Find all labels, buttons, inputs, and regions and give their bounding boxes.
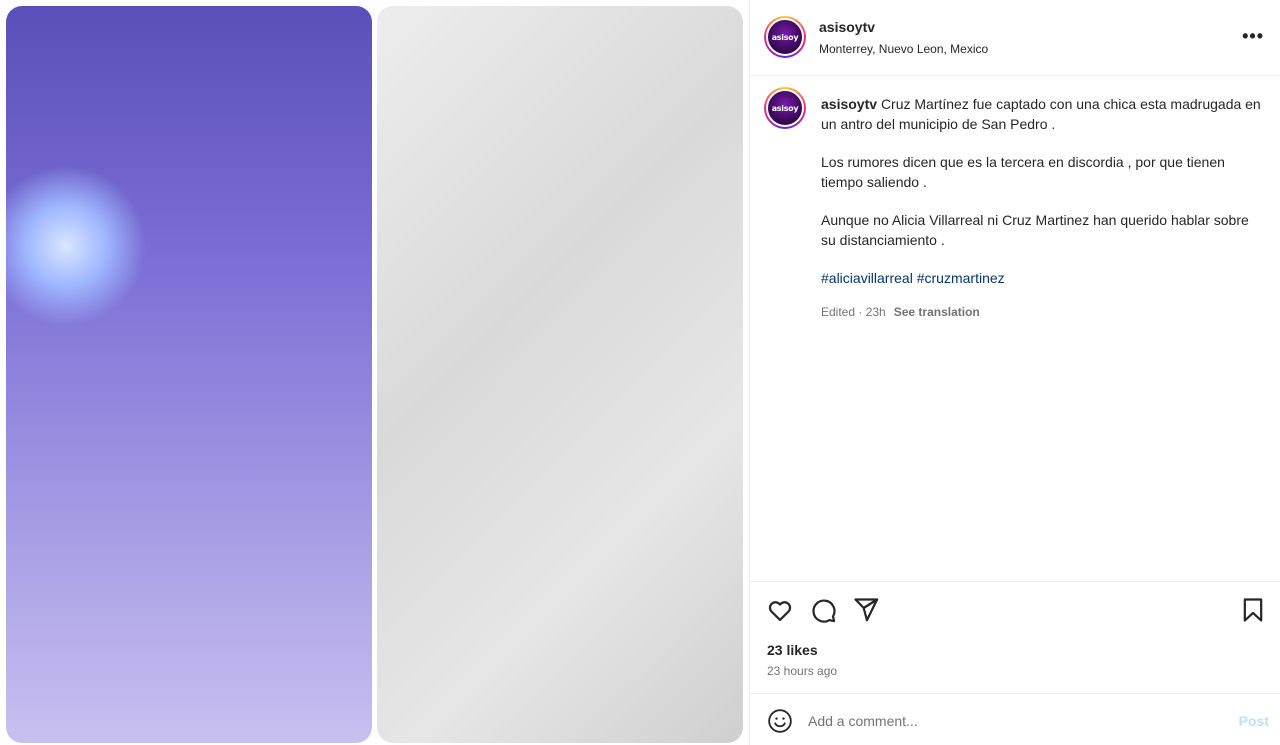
- hashtags: #aliciavillarreal #cruzmartinez: [821, 268, 1261, 288]
- avatar[interactable]: asisoy: [764, 16, 806, 58]
- post-timestamp[interactable]: 23 hours ago: [767, 664, 837, 678]
- caption-username[interactable]: asisoytv: [821, 96, 877, 112]
- post-media[interactable]: [0, 0, 749, 745]
- photo-man-with-cap: [6, 6, 372, 743]
- emoji-icon[interactable]: [767, 708, 793, 734]
- share-icon[interactable]: [852, 596, 880, 624]
- hashtag-link[interactable]: #cruzmartinez: [917, 270, 1005, 286]
- post-header: asisoy asisoytv Monterrey, Nuevo Leon, M…: [750, 0, 1280, 76]
- likes-count[interactable]: 23 likes: [767, 642, 818, 658]
- edited-label: Edited · 23h: [821, 305, 886, 319]
- avatar-logo: asisoy: [771, 32, 799, 42]
- comment-input[interactable]: [808, 709, 1208, 733]
- see-translation-button[interactable]: See translation: [894, 305, 980, 319]
- post-side-panel: asisoy asisoytv Monterrey, Nuevo Leon, M…: [749, 0, 1280, 745]
- hashtag-link[interactable]: #aliciavillarreal: [821, 270, 913, 286]
- caption-meta: Edited · 23h See translation: [821, 302, 1261, 322]
- caption-avatar[interactable]: asisoy: [764, 87, 806, 129]
- comment-icon[interactable]: [809, 596, 837, 624]
- comment-bar: Post: [750, 693, 1280, 745]
- caption-paragraph-3: Aunque no Alicia Villarreal ni Cruz Mart…: [821, 212, 1249, 248]
- post-actions: 23 likes 23 hours ago: [750, 581, 1280, 693]
- avatar-logo: asisoy: [771, 103, 799, 113]
- caption-text-1: Cruz Martínez fue captado con una chica …: [821, 96, 1261, 132]
- caption-paragraph-1: asisoytv Cruz Martínez fue captado con u…: [821, 94, 1261, 134]
- caption-paragraph-2: Los rumores dicen que es la tercera en d…: [821, 154, 1225, 190]
- like-icon[interactable]: [766, 596, 794, 624]
- post-comment-button[interactable]: Post: [1239, 713, 1269, 729]
- caption-section: asisoy asisoytv Cruz Martínez fue captad…: [750, 77, 1280, 580]
- save-icon[interactable]: [1239, 596, 1267, 624]
- more-icon[interactable]: •••: [1242, 26, 1264, 47]
- caption-body: asisoytv Cruz Martínez fue captado con u…: [821, 94, 1261, 322]
- header-location[interactable]: Monterrey, Nuevo Leon, Mexico: [819, 42, 988, 56]
- photo-woman-selfie: [377, 6, 743, 743]
- header-username[interactable]: asisoytv: [819, 19, 875, 35]
